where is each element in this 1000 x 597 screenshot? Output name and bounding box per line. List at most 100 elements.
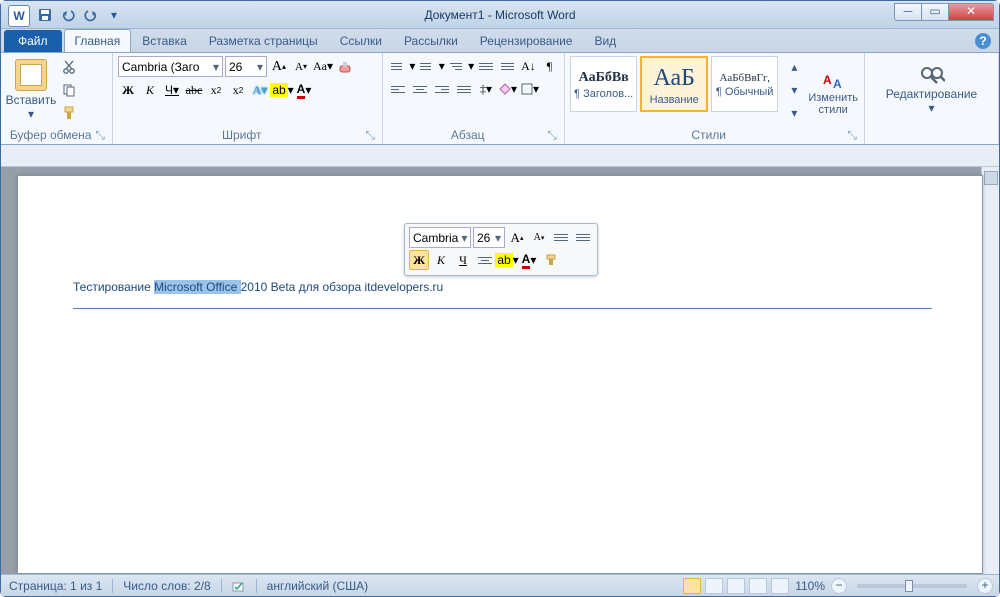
sort-icon[interactable]: A↓ xyxy=(519,56,538,76)
align-right-icon[interactable] xyxy=(432,79,452,99)
mini-indent-right-icon[interactable] xyxy=(573,228,593,248)
shrink-font-icon[interactable]: A▾ xyxy=(291,57,311,77)
mini-grow-icon[interactable]: A▴ xyxy=(507,228,527,248)
chevron-down-icon[interactable]: ▾ xyxy=(210,60,219,74)
font-name-combo[interactable]: Cambria (Заго▾ xyxy=(118,56,223,77)
line-spacing-icon[interactable]: ‡▾ xyxy=(476,79,496,99)
mini-highlight-icon[interactable]: ab▾ xyxy=(497,250,517,270)
format-painter-icon[interactable] xyxy=(58,102,80,124)
mini-underline-button[interactable]: Ч xyxy=(453,250,473,270)
status-language[interactable]: английский (США) xyxy=(265,579,370,593)
indent-right-icon[interactable] xyxy=(498,56,517,76)
chevron-down-icon[interactable]: ▾ xyxy=(492,231,501,245)
highlight-icon[interactable]: ab▾ xyxy=(272,80,292,100)
paste-dropdown-icon[interactable]: ▾ xyxy=(28,107,34,121)
status-page[interactable]: Страница: 1 из 1 xyxy=(7,579,104,593)
redo-icon[interactable] xyxy=(81,5,101,25)
borders-icon[interactable]: ▾ xyxy=(520,79,540,99)
mini-bold-button[interactable]: Ж xyxy=(409,250,429,270)
tab-review[interactable]: Рецензирование xyxy=(469,29,584,52)
undo-icon[interactable] xyxy=(58,5,78,25)
justify-icon[interactable] xyxy=(454,79,474,99)
tab-file[interactable]: Файл xyxy=(4,30,62,52)
style-scroll-down-icon[interactable]: ▾ xyxy=(783,79,805,101)
para-dialog-icon[interactable]: ⤡ xyxy=(547,128,559,143)
ruler-toggle-icon[interactable] xyxy=(984,171,998,185)
scrollbar[interactable] xyxy=(981,167,999,574)
view-outline-icon[interactable] xyxy=(749,578,767,594)
bold-button[interactable]: Ж xyxy=(118,80,138,100)
zoom-in-button[interactable]: + xyxy=(977,578,993,594)
save-icon[interactable] xyxy=(35,5,55,25)
view-draft-icon[interactable] xyxy=(771,578,789,594)
font-dialog-icon[interactable]: ⤡ xyxy=(365,128,377,143)
multilevel-icon[interactable] xyxy=(447,56,466,76)
view-full-screen-icon[interactable] xyxy=(705,578,723,594)
qat-dropdown-icon[interactable]: ▾ xyxy=(104,5,124,25)
ruler[interactable] xyxy=(1,145,999,167)
copy-icon[interactable] xyxy=(58,79,80,101)
align-center-icon[interactable] xyxy=(410,79,430,99)
chevron-down-icon[interactable]: ▾ xyxy=(409,59,415,73)
indent-left-icon[interactable] xyxy=(476,56,495,76)
font-color-icon[interactable]: A▾ xyxy=(294,80,314,100)
style-normal[interactable]: АаБбВвГг, ¶ Обычный xyxy=(711,56,778,112)
italic-button[interactable]: К xyxy=(140,80,160,100)
chevron-down-icon[interactable]: ▾ xyxy=(439,59,445,73)
text-effects-icon[interactable]: A▾ xyxy=(250,80,270,100)
mini-indent-left-icon[interactable] xyxy=(551,228,571,248)
style-title[interactable]: АаБ Название xyxy=(640,56,708,112)
numbering-icon[interactable] xyxy=(417,56,436,76)
bullets-icon[interactable] xyxy=(388,56,407,76)
maximize-button[interactable]: ▭ xyxy=(921,3,949,21)
mini-center-icon[interactable] xyxy=(475,250,495,270)
view-web-layout-icon[interactable] xyxy=(727,578,745,594)
tab-home[interactable]: Главная xyxy=(64,29,132,52)
editing-button[interactable]: Редактирование ▾ xyxy=(887,56,977,124)
strike-button[interactable]: abc xyxy=(184,80,204,100)
paste-button[interactable]: Вставить ▾ xyxy=(6,56,56,124)
zoom-out-button[interactable]: − xyxy=(831,578,847,594)
style-heading[interactable]: АаБбВв ¶ Заголов... xyxy=(570,56,637,112)
chevron-down-icon[interactable]: ▾ xyxy=(928,101,934,115)
help-icon[interactable]: ? xyxy=(975,33,991,49)
mini-font-color-icon[interactable]: A▾ xyxy=(519,250,539,270)
subscript-button[interactable]: x2 xyxy=(206,80,226,100)
clipboard-dialog-icon[interactable]: ⤡ xyxy=(95,128,107,143)
minimize-button[interactable]: ─ xyxy=(894,3,922,21)
styles-dialog-icon[interactable]: ⤡ xyxy=(847,128,859,143)
tab-insert[interactable]: Вставка xyxy=(131,29,198,52)
grow-font-icon[interactable]: A▴ xyxy=(269,57,289,77)
app-icon[interactable]: W xyxy=(8,5,30,27)
style-scroll-up-icon[interactable]: ▴ xyxy=(783,56,805,78)
mini-shrink-icon[interactable]: A▾ xyxy=(529,228,549,248)
chevron-down-icon[interactable]: ▾ xyxy=(458,231,467,245)
shading-icon[interactable]: ▾ xyxy=(498,79,518,99)
font-size-combo[interactable]: 26▾ xyxy=(225,56,267,77)
zoom-level[interactable]: 110% xyxy=(793,579,827,593)
view-print-layout-icon[interactable] xyxy=(683,578,701,594)
close-button[interactable]: ✕ xyxy=(948,3,994,21)
tab-page-layout[interactable]: Разметка страницы xyxy=(198,29,329,52)
chevron-down-icon[interactable]: ▾ xyxy=(468,59,474,73)
change-styles-button[interactable]: AA Изменить стили xyxy=(807,56,859,124)
underline-button[interactable]: Ч▾ xyxy=(162,80,182,100)
mini-italic-button[interactable]: К xyxy=(431,250,451,270)
clear-format-icon[interactable] xyxy=(335,57,355,77)
mini-font-size[interactable]: 26▾ xyxy=(473,227,505,248)
mini-font-name[interactable]: Cambria▾ xyxy=(409,227,471,248)
spellcheck-icon[interactable] xyxy=(230,578,248,593)
zoom-slider[interactable] xyxy=(857,584,967,588)
tab-view[interactable]: Вид xyxy=(583,29,627,52)
mini-format-painter-icon[interactable] xyxy=(541,250,561,270)
align-left-icon[interactable] xyxy=(388,79,408,99)
status-words[interactable]: Число слов: 2/8 xyxy=(121,579,212,593)
cut-icon[interactable] xyxy=(58,56,80,78)
tab-references[interactable]: Ссылки xyxy=(329,29,393,52)
show-marks-icon[interactable]: ¶ xyxy=(540,56,559,76)
chevron-down-icon[interactable]: ▾ xyxy=(254,60,263,74)
change-case-icon[interactable]: Aa▾ xyxy=(313,57,333,77)
tab-mailings[interactable]: Рассылки xyxy=(393,29,469,52)
superscript-button[interactable]: x2 xyxy=(228,80,248,100)
style-more-icon[interactable]: ▾ xyxy=(783,102,805,124)
